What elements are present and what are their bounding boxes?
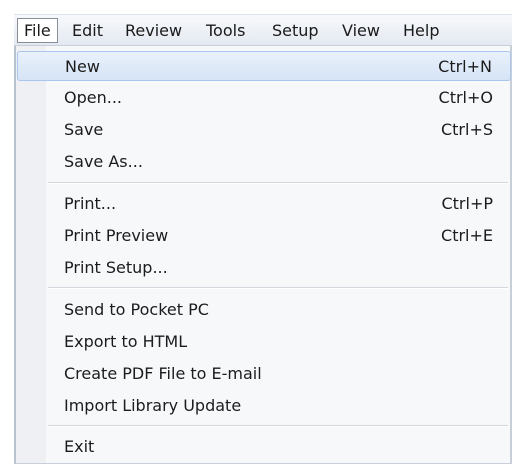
menu-item-label: Import Library Update bbox=[64, 396, 242, 415]
menu-item-shortcut: Ctrl+S bbox=[440, 120, 493, 139]
menu-item-label: New bbox=[65, 57, 100, 76]
menu-separator bbox=[48, 425, 508, 427]
menu-item-print-setup[interactable]: Print Setup... bbox=[17, 253, 511, 283]
menu-bar: File Edit Review Tools Setup View Help bbox=[14, 14, 512, 46]
menu-item-label: Print Setup... bbox=[64, 258, 168, 277]
file-menu-dropdown: New Ctrl+N Open... Ctrl+O Save Ctrl+S Sa… bbox=[14, 46, 512, 464]
menu-edit[interactable]: Edit bbox=[66, 18, 109, 43]
menu-item-create-pdf[interactable]: Create PDF File to E-mail bbox=[17, 359, 511, 389]
menu-item-shortcut: Ctrl+N bbox=[438, 57, 492, 76]
menu-item-label: Print... bbox=[64, 194, 117, 213]
menu-item-label: Open... bbox=[64, 88, 122, 107]
menu-item-label: Send to Pocket PC bbox=[64, 300, 209, 319]
menu-item-shortcut: Ctrl+O bbox=[438, 88, 493, 107]
menu-item-exit[interactable]: Exit bbox=[17, 432, 511, 462]
menu-item-shortcut: Ctrl+E bbox=[441, 226, 493, 245]
menu-setup[interactable]: Setup bbox=[266, 18, 325, 43]
menu-item-print[interactable]: Print... Ctrl+P bbox=[17, 189, 511, 219]
menu-item-label: Print Preview bbox=[64, 226, 169, 245]
menu-item-label: Save bbox=[64, 120, 104, 139]
menu-item-export-to-html[interactable]: Export to HTML bbox=[17, 327, 511, 357]
menu-file[interactable]: File bbox=[17, 18, 58, 43]
menu-help[interactable]: Help bbox=[397, 18, 445, 43]
menu-item-label: Exit bbox=[64, 437, 95, 456]
menu-item-label: Save As... bbox=[64, 152, 143, 171]
menu-item-label: Create PDF File to E-mail bbox=[64, 364, 262, 383]
menu-separator bbox=[48, 287, 508, 289]
menu-view[interactable]: View bbox=[336, 18, 386, 43]
menu-item-new[interactable]: New Ctrl+N bbox=[17, 51, 511, 81]
menu-item-import-library-update[interactable]: Import Library Update bbox=[17, 391, 511, 421]
menu-item-open[interactable]: Open... Ctrl+O bbox=[17, 83, 511, 113]
menu-separator bbox=[48, 182, 508, 184]
menu-item-print-preview[interactable]: Print Preview Ctrl+E bbox=[17, 221, 511, 251]
menu-item-save-as[interactable]: Save As... bbox=[17, 147, 511, 177]
application-window: File Edit Review Tools Setup View Help N… bbox=[0, 0, 514, 468]
menu-item-save[interactable]: Save Ctrl+S bbox=[17, 115, 511, 145]
menu-tools[interactable]: Tools bbox=[200, 18, 251, 43]
menu-item-shortcut: Ctrl+P bbox=[441, 194, 493, 213]
menu-item-send-to-pocket-pc[interactable]: Send to Pocket PC bbox=[17, 295, 511, 325]
menu-item-label: Export to HTML bbox=[64, 332, 188, 351]
menu-review[interactable]: Review bbox=[119, 18, 188, 43]
